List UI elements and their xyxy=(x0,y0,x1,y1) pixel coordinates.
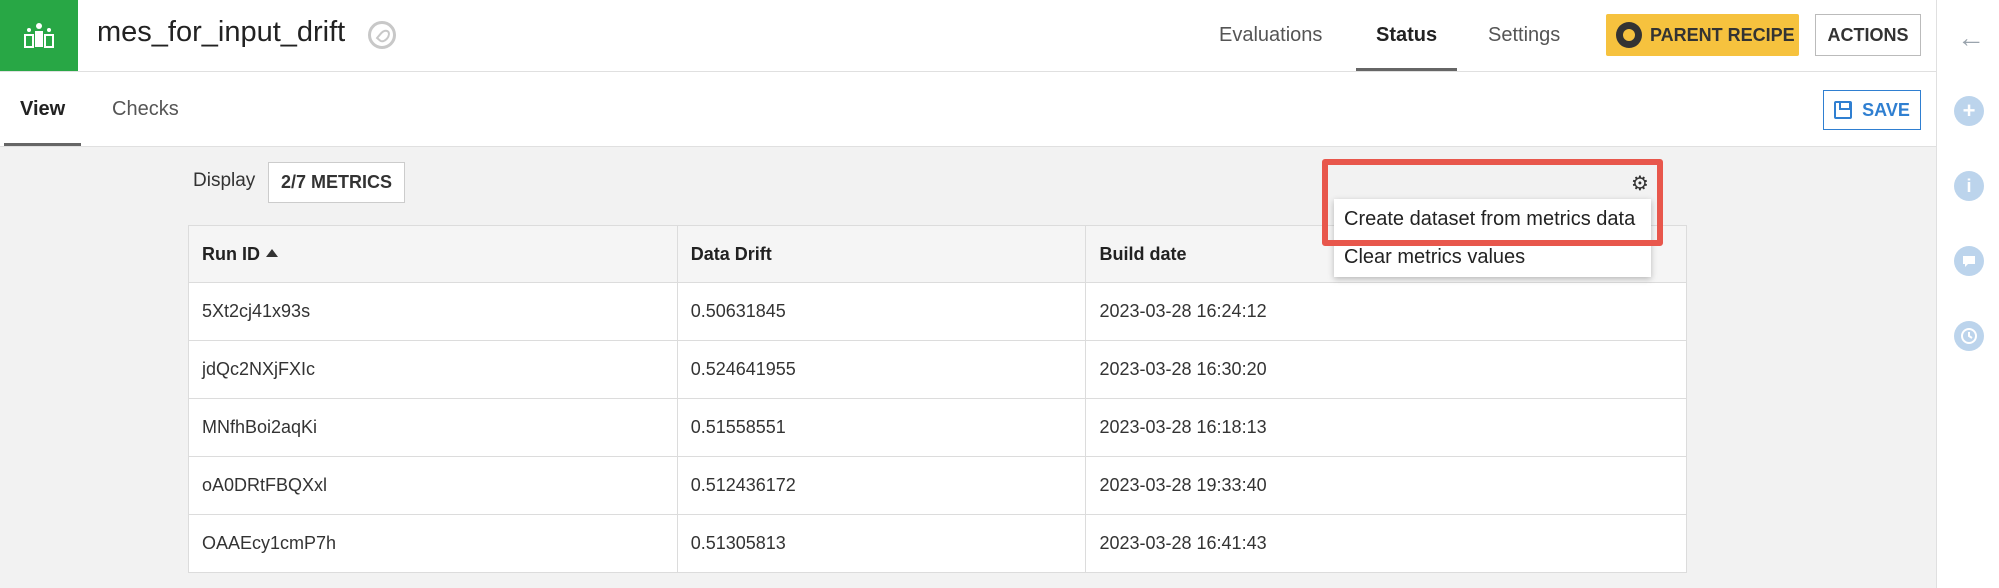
menu-item-create-dataset[interactable]: Create dataset from metrics data xyxy=(1344,208,1635,231)
nav-evaluations[interactable]: Evaluations xyxy=(1219,0,1322,71)
nav-status[interactable]: Status xyxy=(1355,0,1458,71)
cell-run-id: OAAEcy1cmP7h xyxy=(188,514,678,573)
info-icon[interactable]: i xyxy=(1954,171,1984,201)
table-row: oA0DRtFBQXxl 0.512436172 2023-03-28 19:3… xyxy=(188,456,1687,515)
metrics-app-icon[interactable] xyxy=(0,0,78,71)
top-header: mes_for_input_drift Evaluations Status S… xyxy=(0,0,1936,72)
cell-build-date: 2023-03-28 16:24:12 xyxy=(1085,282,1687,341)
right-sidebar: ← + i xyxy=(1936,0,1999,588)
annotation-highlight-box xyxy=(1322,159,1663,246)
plus-icon[interactable]: + xyxy=(1954,96,1984,126)
sort-ascending-icon xyxy=(266,248,278,257)
cell-data-drift: 0.512436172 xyxy=(676,456,1087,515)
cell-run-id: MNfhBoi2aqKi xyxy=(188,398,678,457)
recipe-icon xyxy=(1616,22,1642,48)
cell-build-date: 2023-03-28 16:41:43 xyxy=(1085,514,1687,573)
table-row: OAAEcy1cmP7h 0.51305813 2023-03-28 16:41… xyxy=(188,514,1687,573)
chat-icon[interactable] xyxy=(1954,246,1984,276)
actions-button[interactable]: ACTIONS xyxy=(1815,14,1921,56)
compass-icon[interactable] xyxy=(368,21,396,49)
floppy-icon xyxy=(1834,101,1853,119)
save-label: SAVE xyxy=(1862,99,1910,120)
parent-recipe-label: PARENT RECIPE xyxy=(1650,24,1795,45)
nav-settings[interactable]: Settings xyxy=(1488,0,1560,71)
cell-build-date: 2023-03-28 19:33:40 xyxy=(1085,456,1687,515)
back-arrow-icon[interactable]: ← xyxy=(1957,22,1985,54)
column-header-run-id[interactable]: Run ID xyxy=(188,225,678,283)
parent-recipe-button[interactable]: PARENT RECIPE xyxy=(1606,14,1799,56)
tab-checks[interactable]: Checks xyxy=(112,72,179,146)
cell-run-id: oA0DRtFBQXxl xyxy=(188,456,678,515)
cell-data-drift: 0.51305813 xyxy=(676,514,1087,573)
table-row: jdQc2NXjFXIc 0.524641955 2023-03-28 16:3… xyxy=(188,340,1687,399)
gear-icon[interactable]: ⚙ xyxy=(1631,174,1649,194)
column-header-data-drift[interactable]: Data Drift xyxy=(676,225,1087,283)
table-row: 5Xt2cj41x93s 0.50631845 2023-03-28 16:24… xyxy=(188,282,1687,341)
metrics-selector-button[interactable]: 2/7 METRICS xyxy=(268,162,405,203)
cell-data-drift: 0.51558551 xyxy=(676,398,1087,457)
clock-icon[interactable] xyxy=(1954,321,1984,351)
save-button[interactable]: SAVE xyxy=(1823,90,1921,130)
table-row: MNfhBoi2aqKi 0.51558551 2023-03-28 16:18… xyxy=(188,398,1687,457)
cell-run-id: 5Xt2cj41x93s xyxy=(188,282,678,341)
display-label: Display xyxy=(193,170,256,191)
page-title: mes_for_input_drift xyxy=(97,16,346,48)
cell-data-drift: 0.50631845 xyxy=(676,282,1087,341)
column-label: Run ID xyxy=(202,243,260,264)
sub-navigation: View Checks SAVE xyxy=(0,72,1936,147)
cell-build-date: 2023-03-28 16:30:20 xyxy=(1085,340,1687,399)
cell-build-date: 2023-03-28 16:18:13 xyxy=(1085,398,1687,457)
metrics-table: Run ID Data Drift Build date 5Xt2cj41x93… xyxy=(188,225,1687,573)
tab-view[interactable]: View xyxy=(3,72,82,146)
cell-data-drift: 0.524641955 xyxy=(676,340,1087,399)
cell-run-id: jdQc2NXjFXIc xyxy=(188,340,678,399)
menu-item-clear-metrics[interactable]: Clear metrics values xyxy=(1344,246,1525,269)
